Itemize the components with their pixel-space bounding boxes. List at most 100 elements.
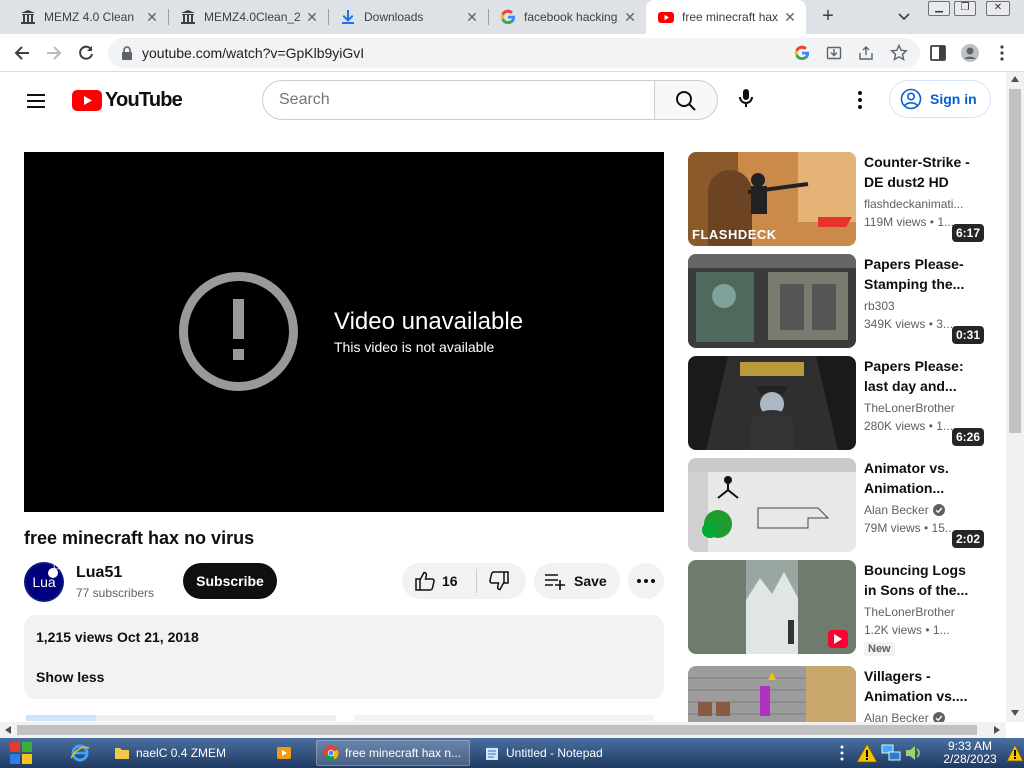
share-icon[interactable]	[858, 45, 874, 61]
internet-explorer-icon[interactable]	[70, 744, 90, 762]
settings-more-icon[interactable]	[848, 88, 872, 112]
taskbar-item-notepad[interactable]: Untitled - Notepad	[478, 740, 632, 766]
recommended-channel[interactable]: flashdeckanimati...	[864, 197, 976, 211]
network-icon[interactable]	[880, 743, 902, 763]
google-icon	[500, 9, 516, 25]
recommended-title[interactable]: Bouncing Logs in Sons of the...	[864, 560, 976, 600]
vertical-scroll-thumb[interactable]	[1009, 89, 1021, 433]
recommended-channel[interactable]: Alan Becker	[864, 503, 976, 517]
channel-avatar[interactable]: Lua	[24, 562, 64, 602]
verified-check-icon	[932, 712, 945, 722]
new-tab-button[interactable]: +	[816, 5, 840, 29]
tab-memz-clean-2[interactable]: MEMZ4.0Clean_2 ✕	[168, 0, 328, 34]
horizontal-scrollbar[interactable]	[0, 722, 1006, 738]
scroll-left-arrow-icon[interactable]	[5, 726, 11, 734]
description-box[interactable]: 1,215 views Oct 21, 2018 Show less	[24, 615, 664, 699]
dislike-button[interactable]	[477, 563, 526, 599]
more-actions-button[interactable]	[628, 563, 664, 599]
subscribe-button[interactable]: Subscribe	[183, 563, 277, 599]
folder-icon	[115, 748, 129, 759]
scroll-up-arrow-icon[interactable]	[1011, 76, 1019, 82]
video-thumbnail[interactable]	[688, 356, 856, 450]
video-thumbnail[interactable]	[688, 458, 856, 552]
video-thumbnail[interactable]	[688, 254, 856, 348]
browser-menu-icon[interactable]	[992, 43, 1012, 63]
scroll-down-arrow-icon[interactable]	[1011, 710, 1019, 716]
system-tray: 9:33 AM 2/28/2023	[830, 738, 1024, 768]
address-bar[interactable]: youtube.com/watch?v=GpKlb9yiGvI	[108, 38, 920, 68]
tab-free-minecraft-hax[interactable]: free minecraft hax ✕	[646, 0, 806, 34]
recommended-title[interactable]: Papers Please: last day and...	[864, 356, 976, 396]
start-button-icon[interactable]	[0, 738, 56, 768]
recommended-video[interactable]: 6:26 Papers Please: last day and... TheLo…	[688, 356, 988, 450]
error-exclamation-icon	[179, 272, 298, 391]
side-panel-icon[interactable]	[928, 43, 948, 63]
recommended-video[interactable]: 2:02 Animator vs. Animation... Alan Becke…	[688, 458, 988, 552]
install-app-icon[interactable]	[826, 45, 842, 61]
maximize-button[interactable]: ❐	[954, 1, 976, 16]
channel-name[interactable]: Lua51	[76, 564, 122, 582]
volume-icon[interactable]	[904, 744, 922, 762]
hamburger-menu-icon[interactable]	[24, 89, 48, 113]
recommended-video[interactable]: Villagers - Animation vs.... Alan Becker	[688, 666, 988, 722]
youtube-logo[interactable]: YouTube	[72, 88, 183, 112]
recommended-channel[interactable]: Alan Becker	[864, 711, 976, 722]
tab-facebook-hacking[interactable]: facebook hacking ✕	[488, 0, 646, 34]
tab-memz-clean[interactable]: MEMZ 4.0 Clean ✕	[8, 0, 168, 34]
recommended-title[interactable]: Papers Please- Stamping the...	[864, 254, 976, 294]
search-input[interactable]	[262, 80, 655, 120]
url-text[interactable]: youtube.com/watch?v=GpKlb9yiGvI	[142, 45, 364, 61]
tab-close-icon[interactable]: ✕	[622, 9, 638, 25]
save-button[interactable]: Save	[534, 563, 620, 599]
close-window-button[interactable]: ✕	[986, 1, 1010, 16]
recommended-video[interactable]: 0:31 Papers Please- Stamping the... rb303…	[688, 254, 988, 348]
tab-close-icon[interactable]: ✕	[144, 9, 160, 25]
youtube-logo-icon	[72, 89, 102, 111]
warning-icon[interactable]	[856, 743, 878, 763]
recommended-title[interactable]: Villagers - Animation vs....	[864, 666, 976, 706]
recommended-channel[interactable]: TheLonerBrother	[864, 605, 976, 619]
more-horizontal-icon	[637, 579, 655, 583]
video-thumbnail[interactable]	[688, 560, 856, 654]
recommended-channel[interactable]: TheLonerBrother	[864, 401, 976, 415]
recommended-meta: 79M views • 15...	[864, 521, 955, 535]
taskbar-item-media-player[interactable]	[270, 740, 306, 766]
vertical-scrollbar[interactable]	[1006, 72, 1024, 722]
bookmark-star-icon[interactable]	[890, 44, 908, 62]
taskbar-item-chrome[interactable]: free minecraft hax n...	[316, 740, 470, 766]
action-center-warning-icon[interactable]	[1006, 744, 1024, 762]
google-lens-icon[interactable]	[794, 45, 810, 61]
recommended-video[interactable]: Bouncing Logs in Sons of the... TheLonerB…	[688, 560, 988, 656]
recommended-title[interactable]: Animator vs. Animation...	[864, 458, 976, 498]
minimize-button[interactable]: ▁	[928, 1, 950, 16]
tab-close-icon[interactable]: ✕	[782, 9, 798, 25]
like-button[interactable]: 16	[402, 563, 476, 599]
sign-in-button[interactable]: Sign in	[889, 80, 991, 118]
video-thumbnail[interactable]	[688, 666, 856, 722]
upload-date: Oct 21, 2018	[117, 629, 199, 645]
lock-icon[interactable]	[120, 45, 134, 61]
recommended-video[interactable]: FLASHDECK 6:17 Counter-Strike - DE dust2 …	[688, 152, 988, 246]
search-button[interactable]	[654, 80, 718, 120]
video-player[interactable]: Video unavailable This video is not avai…	[24, 152, 664, 512]
chevron-down-icon[interactable]	[896, 8, 912, 24]
tab-downloads[interactable]: Downloads ✕	[328, 0, 488, 34]
reload-icon[interactable]	[76, 43, 96, 63]
taskbar-clock[interactable]: 9:33 AM 2/28/2023	[930, 740, 1010, 766]
tab-close-icon[interactable]: ✕	[464, 9, 480, 25]
recommended-meta: 119M views • 1...	[864, 215, 955, 229]
show-less-button[interactable]: Show less	[36, 669, 104, 685]
account-circle-icon	[900, 88, 922, 110]
tray-handle-icon[interactable]	[840, 744, 844, 762]
tab-close-icon[interactable]: ✕	[304, 9, 320, 25]
recommended-title[interactable]: Counter-Strike - DE dust2 HD	[864, 152, 976, 192]
microphone-icon[interactable]	[734, 86, 758, 110]
verified-check-icon	[932, 504, 945, 516]
recommended-channel[interactable]: rb303	[864, 299, 976, 313]
video-title: free minecraft hax no virus	[24, 528, 255, 548]
back-icon[interactable]	[12, 43, 32, 63]
forward-icon[interactable]	[44, 43, 64, 63]
horizontal-scroll-thumb[interactable]	[17, 725, 977, 735]
scroll-right-arrow-icon[interactable]	[994, 726, 1000, 734]
profile-avatar-icon[interactable]	[960, 43, 980, 63]
